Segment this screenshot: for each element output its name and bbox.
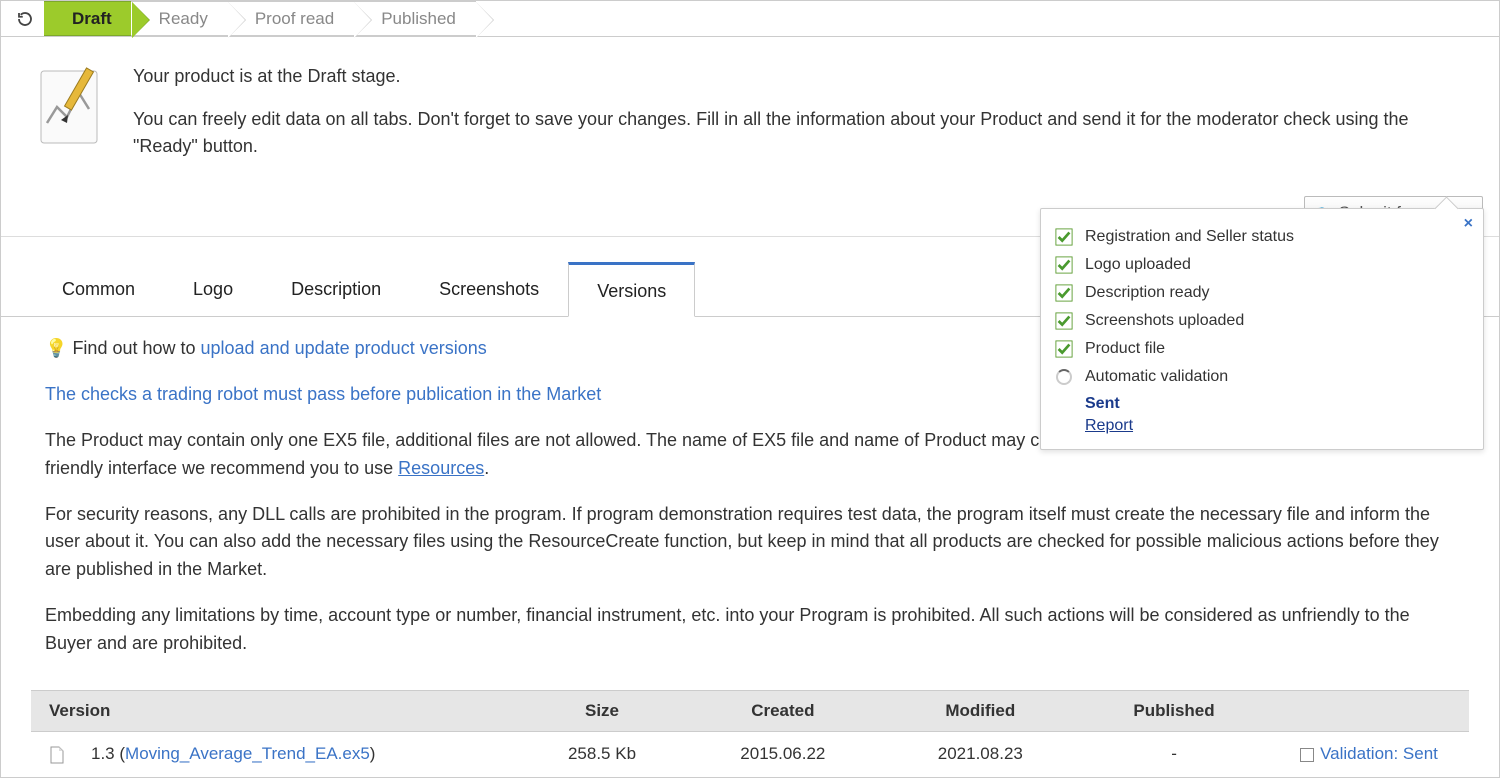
col-created: Created [684, 691, 881, 732]
rules-para-2: For security reasons, any DLL calls are … [45, 501, 1455, 585]
crumb-draft[interactable]: Draft [44, 1, 132, 36]
validation-report-link[interactable]: Report [1085, 417, 1465, 435]
check-label: Registration and Seller status [1085, 228, 1294, 246]
refresh-icon [16, 10, 34, 28]
col-published: Published [1079, 691, 1269, 732]
validation-link[interactable]: Validation: Sent [1320, 744, 1438, 763]
stage-info-panel: Your product is at the Draft stage. You … [1, 37, 1499, 237]
stage-body: You can freely edit data on all tabs. Do… [133, 106, 1465, 160]
rules-para-3: Embedding any limitations by time, accou… [45, 602, 1455, 658]
check-label: Screenshots uploaded [1085, 312, 1244, 330]
check-label: Description ready [1085, 284, 1210, 302]
crumb-label: Draft [72, 9, 112, 29]
check-label: Product file [1085, 340, 1165, 358]
check-icon [1055, 228, 1073, 246]
check-row-screenshots: Screenshots uploaded [1055, 307, 1465, 335]
stage-text: Your product is at the Draft stage. You … [133, 63, 1465, 226]
file-icon [49, 746, 65, 764]
checks-link[interactable]: The checks a trading robot must pass bef… [45, 384, 601, 404]
validation-checkbox[interactable] [1300, 748, 1314, 762]
popup-links: Sent Report [1085, 395, 1465, 435]
refresh-button[interactable] [5, 1, 45, 36]
validation-sent-label: Sent [1085, 395, 1465, 413]
tab-screenshots[interactable]: Screenshots [410, 262, 568, 317]
bulb-icon: 💡 [45, 338, 67, 358]
table-row: 1.3 (Moving_Average_Trend_EA.ex5) 258.5 … [31, 732, 1469, 777]
tab-logo[interactable]: Logo [164, 262, 262, 317]
crumb-label: Proof read [255, 9, 334, 29]
check-row-registration: Registration and Seller status [1055, 223, 1465, 251]
version-file-link[interactable]: Moving_Average_Trend_EA.ex5 [125, 744, 370, 763]
check-icon [1055, 340, 1073, 358]
check-icon [1055, 256, 1073, 274]
workflow-breadcrumb: Draft Ready Proof read Published [1, 1, 1499, 37]
cell-size: 258.5 Kb [520, 732, 684, 777]
cell-published: - [1079, 732, 1269, 777]
crumb-label: Ready [159, 9, 208, 29]
tab-versions[interactable]: Versions [568, 262, 695, 317]
popup-close-button[interactable]: × [1464, 215, 1473, 233]
crumb-label: Published [381, 9, 456, 29]
cell-created: 2015.06.22 [684, 732, 881, 777]
versions-table: Version Size Created Modified Published … [31, 690, 1469, 776]
upload-versions-link[interactable]: upload and update product versions [201, 338, 487, 358]
check-icon [1055, 284, 1073, 302]
tab-common[interactable]: Common [33, 262, 164, 317]
col-modified: Modified [882, 691, 1079, 732]
review-checklist-popup: × Registration and Seller status Logo up… [1040, 208, 1484, 450]
check-row-logo: Logo uploaded [1055, 251, 1465, 279]
version-number: 1.3 [91, 744, 115, 763]
tab-description[interactable]: Description [262, 262, 410, 317]
check-icon [1055, 312, 1073, 330]
check-label: Logo uploaded [1085, 256, 1191, 274]
col-size: Size [520, 691, 684, 732]
cell-modified: 2021.08.23 [882, 732, 1079, 777]
stage-title: Your product is at the Draft stage. [133, 63, 1465, 90]
check-label: Automatic validation [1085, 368, 1228, 386]
crumb-proof-read[interactable]: Proof read [227, 1, 354, 36]
check-row-product-file: Product file [1055, 335, 1465, 363]
resources-link[interactable]: Resources [398, 458, 484, 478]
draft-stage-icon [35, 63, 105, 153]
check-row-description: Description ready [1055, 279, 1465, 307]
col-version: Version [31, 691, 520, 732]
check-row-auto-validation: Automatic validation [1055, 363, 1465, 391]
spinner-icon [1055, 368, 1073, 386]
